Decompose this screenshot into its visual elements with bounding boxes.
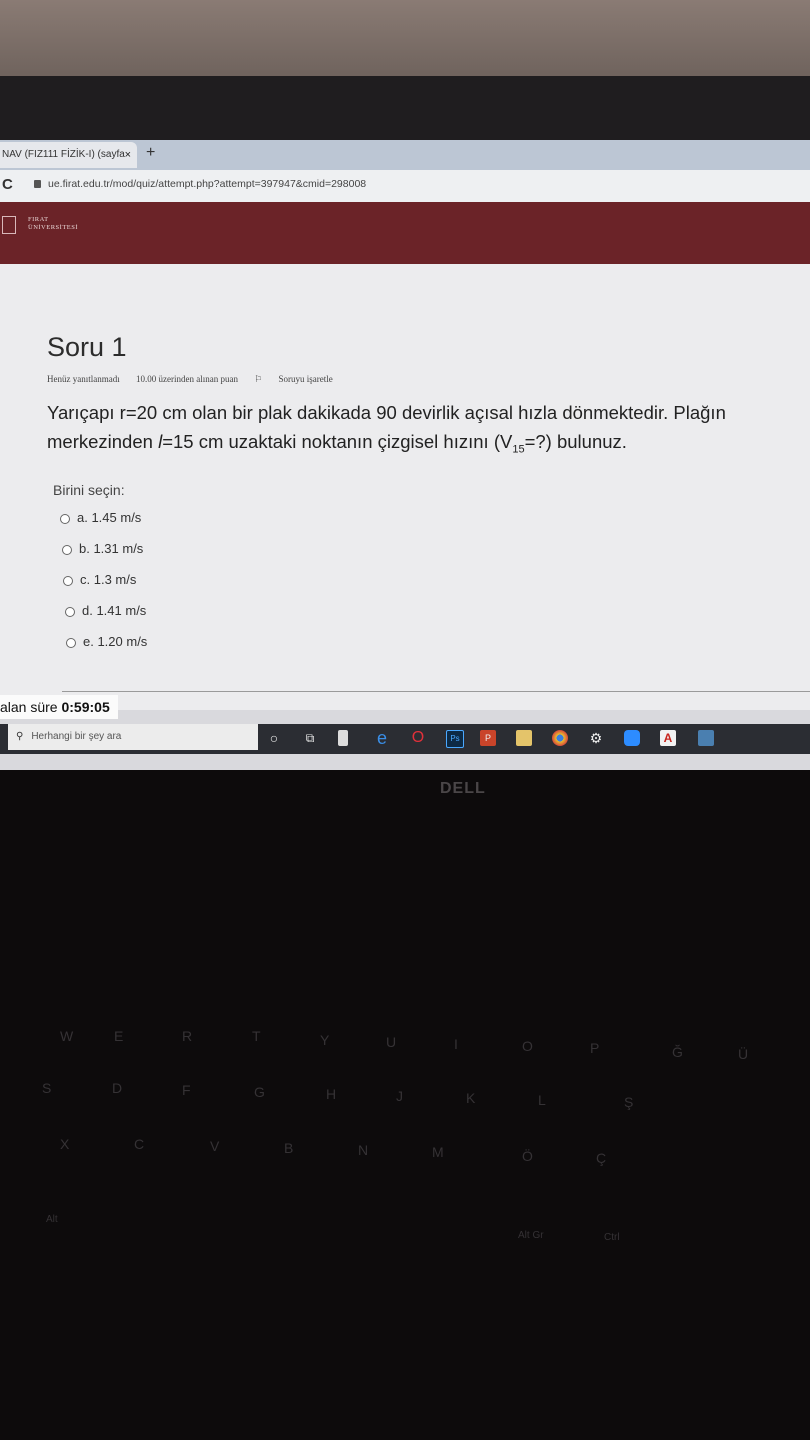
key-n[interactable]: N [358, 1142, 368, 1158]
key-e[interactable]: E [114, 1028, 123, 1044]
radio-button[interactable] [60, 513, 70, 524]
choose-prompt: Birini seçin: [53, 482, 125, 498]
lock-icon [34, 180, 41, 188]
background-wall [0, 0, 810, 80]
radio-button[interactable] [62, 544, 72, 555]
radio-button[interactable] [66, 637, 76, 648]
key-c[interactable]: C [134, 1136, 144, 1152]
file-icon[interactable] [338, 730, 348, 746]
question-text: Yarıçapı r=20 cm olan bir plak dakikada … [47, 402, 726, 456]
taskbar-search-input[interactable]: ⚲ Herhangi bir şey ara [8, 724, 258, 750]
laptop-screen: NAV (FIZ111 FİZİK-I) (sayfa × + C ue.fir… [0, 140, 810, 770]
zoom-icon[interactable] [624, 730, 640, 746]
divider [62, 691, 810, 692]
radio-button[interactable] [65, 606, 75, 617]
question-title: Soru 1 [47, 332, 127, 362]
key-i[interactable]: I [454, 1036, 458, 1052]
key-ctrl[interactable]: Ctrl [604, 1232, 620, 1243]
search-icon: ⚲ [16, 731, 24, 742]
settings-icon[interactable]: ⚙ [588, 730, 604, 746]
keyboard: W E R T Y U I O P Ğ Ü S D F G H J K L Ş … [0, 940, 810, 1360]
key-m[interactable]: M [432, 1144, 444, 1160]
site-header: FIRAT ÜNİVERSİTESİ [0, 202, 810, 264]
new-tab-button[interactable]: + [146, 144, 155, 162]
key-b[interactable]: B [284, 1140, 293, 1156]
photoshop-icon[interactable]: Ps [446, 730, 464, 748]
key-s-cedilla[interactable]: Ş [624, 1094, 633, 1110]
acrobat-icon[interactable]: A [660, 730, 676, 746]
url-field[interactable]: ue.firat.edu.tr/mod/quiz/attempt.php?att… [48, 178, 366, 190]
reload-icon[interactable]: C [2, 176, 13, 193]
key-d[interactable]: D [112, 1080, 122, 1096]
flag-question-link[interactable]: ⚐ Soruyu işaretle [254, 374, 347, 384]
key-alt-gr[interactable]: Alt Gr [518, 1230, 544, 1241]
edge-icon[interactable]: e [374, 729, 390, 747]
browser-tab[interactable]: NAV (FIZ111 FİZİK-I) (sayfa × [0, 142, 137, 168]
browser-tab-strip: NAV (FIZ111 FİZİK-I) (sayfa × + [0, 140, 810, 170]
dell-logo: DELL [440, 780, 486, 797]
key-c-cedilla[interactable]: Ç [596, 1150, 606, 1166]
calculator-icon[interactable] [698, 730, 714, 746]
answer-option-e[interactable]: e. 1.20 m/s [66, 634, 147, 649]
question-points: 10.00 üzerinden alınan puan [135, 374, 238, 384]
address-bar: C ue.firat.edu.tr/mod/quiz/attempt.php?a… [0, 170, 810, 202]
key-l[interactable]: L [538, 1092, 546, 1108]
chrome-icon[interactable] [552, 730, 568, 746]
question-status: Henüz yanıtlanmadı [47, 374, 120, 384]
key-g-breve[interactable]: Ğ [672, 1044, 683, 1060]
key-g[interactable]: G [254, 1084, 265, 1100]
answer-option-a[interactable]: a. 1.45 m/s [60, 510, 141, 525]
key-alt[interactable]: Alt [46, 1214, 58, 1225]
university-logo-text: FIRAT ÜNİVERSİTESİ [28, 216, 79, 231]
timer-value: 0:59:05 [61, 699, 110, 715]
task-view-icon[interactable]: ⧉ [302, 730, 318, 746]
question-info: Henüz yanıtlanmadı 10.00 üzerinden alına… [47, 374, 361, 385]
key-j[interactable]: J [396, 1088, 403, 1104]
time-remaining-box: alan süre 0:59:05 [0, 695, 118, 719]
answer-option-b[interactable]: b. 1.31 m/s [62, 541, 143, 556]
key-u[interactable]: U [386, 1034, 396, 1050]
key-f[interactable]: F [182, 1082, 191, 1098]
key-p[interactable]: P [590, 1040, 599, 1056]
key-r[interactable]: R [182, 1028, 192, 1044]
key-s[interactable]: S [42, 1080, 51, 1096]
key-k[interactable]: K [466, 1090, 475, 1106]
opera-icon[interactable]: O [410, 730, 426, 746]
explorer-icon[interactable] [516, 730, 532, 746]
key-w[interactable]: W [60, 1028, 73, 1044]
tab-title: NAV (FIZ111 FİZİK-I) (sayfa [2, 149, 125, 160]
quiz-page: Soru 1 Henüz yanıtlanmadı 10.00 üzerinde… [0, 264, 810, 710]
key-t[interactable]: T [252, 1028, 261, 1044]
radio-button[interactable] [63, 575, 73, 586]
windows-taskbar: ⚲ Herhangi bir şey ara ○ ⧉ e O Ps P ⚙ A [0, 724, 810, 754]
key-v[interactable]: V [210, 1138, 219, 1154]
monitor-bezel [0, 76, 810, 148]
key-o-umlaut[interactable]: Ö [522, 1148, 533, 1164]
key-h[interactable]: H [326, 1086, 336, 1102]
answer-option-d[interactable]: d. 1.41 m/s [65, 603, 146, 618]
key-x[interactable]: X [60, 1136, 69, 1152]
key-o[interactable]: O [522, 1038, 533, 1054]
key-y[interactable]: Y [320, 1032, 329, 1048]
answer-option-c[interactable]: c. 1.3 m/s [63, 572, 136, 587]
flag-icon: ⚐ [254, 374, 263, 384]
cortana-icon[interactable]: ○ [266, 730, 282, 746]
close-tab-icon[interactable]: × [125, 142, 131, 168]
university-logo-icon[interactable] [2, 216, 16, 234]
powerpoint-icon[interactable]: P [480, 730, 496, 746]
key-u-umlaut[interactable]: Ü [738, 1046, 748, 1062]
